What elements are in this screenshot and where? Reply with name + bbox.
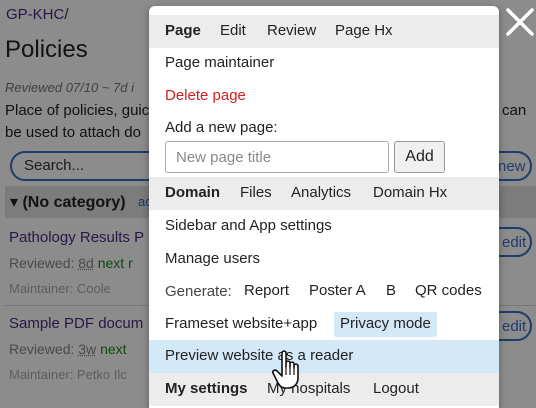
menu-item-page-history[interactable]: Page Hx <box>335 22 393 39</box>
my-settings-header[interactable]: My settings <box>165 380 248 397</box>
menu-item-review[interactable]: Review <box>267 22 316 39</box>
menu-item-qr-codes[interactable]: QR codes <box>415 282 482 299</box>
menu-item-poster-a[interactable]: Poster A <box>309 282 366 299</box>
menu-item-poster-b[interactable]: B <box>386 282 396 299</box>
page-section-header: Page <box>165 22 201 39</box>
menu-item-analytics[interactable]: Analytics <box>291 184 351 201</box>
domain-section-header: Domain <box>165 184 221 201</box>
domain-section-row: Domain Files Analytics Domain Hx <box>149 177 499 210</box>
menu-item-page-maintainer[interactable]: Page maintainer <box>165 54 274 71</box>
menu-item-sidebar-settings[interactable]: Sidebar and App settings <box>165 217 332 234</box>
menu-item-manage-users[interactable]: Manage users <box>165 250 260 267</box>
menu-row-frameset: Frameset website+app Privacy mode <box>149 308 499 341</box>
menu-row-page-maintainer[interactable]: Page maintainer <box>149 47 499 80</box>
menu-row-sidebar-settings[interactable]: Sidebar and App settings <box>149 210 499 243</box>
menu-item-domain-history[interactable]: Domain Hx <box>373 184 447 201</box>
hand-pointer-cursor-icon <box>272 350 299 389</box>
menu-row-generate: Generate: Report Poster A B QR codes <box>149 275 499 308</box>
add-page-button[interactable]: Add <box>394 141 445 173</box>
menu-item-preview-reader[interactable]: Preview website as a reader <box>165 347 353 364</box>
privacy-mode-toggle[interactable]: Privacy mode <box>334 312 437 337</box>
menu-row-manage-users[interactable]: Manage users <box>149 243 499 276</box>
page-section-row: Page Edit Review Page Hx <box>149 15 499 48</box>
menu-row-delete-page[interactable]: Delete page <box>149 80 499 113</box>
add-page-label: Add a new page: <box>165 119 278 136</box>
menu-item-logout[interactable]: Logout <box>373 380 419 397</box>
menu-row-preview-reader[interactable]: Preview website as a reader <box>149 340 499 373</box>
new-page-title-input[interactable] <box>165 141 389 173</box>
menu-item-files[interactable]: Files <box>240 184 272 201</box>
menu-item-report[interactable]: Report <box>244 282 289 299</box>
menu-item-delete-page[interactable]: Delete page <box>165 87 246 104</box>
generate-label: Generate: <box>165 283 232 300</box>
my-settings-section-row: My settings My hospitals Logout <box>149 373 499 406</box>
admin-menu: Page Edit Review Page Hx Page maintainer… <box>149 6 499 408</box>
menu-item-frameset[interactable]: Frameset website+app <box>165 315 317 332</box>
menu-item-edit[interactable]: Edit <box>220 22 246 39</box>
close-icon[interactable] <box>504 4 536 40</box>
